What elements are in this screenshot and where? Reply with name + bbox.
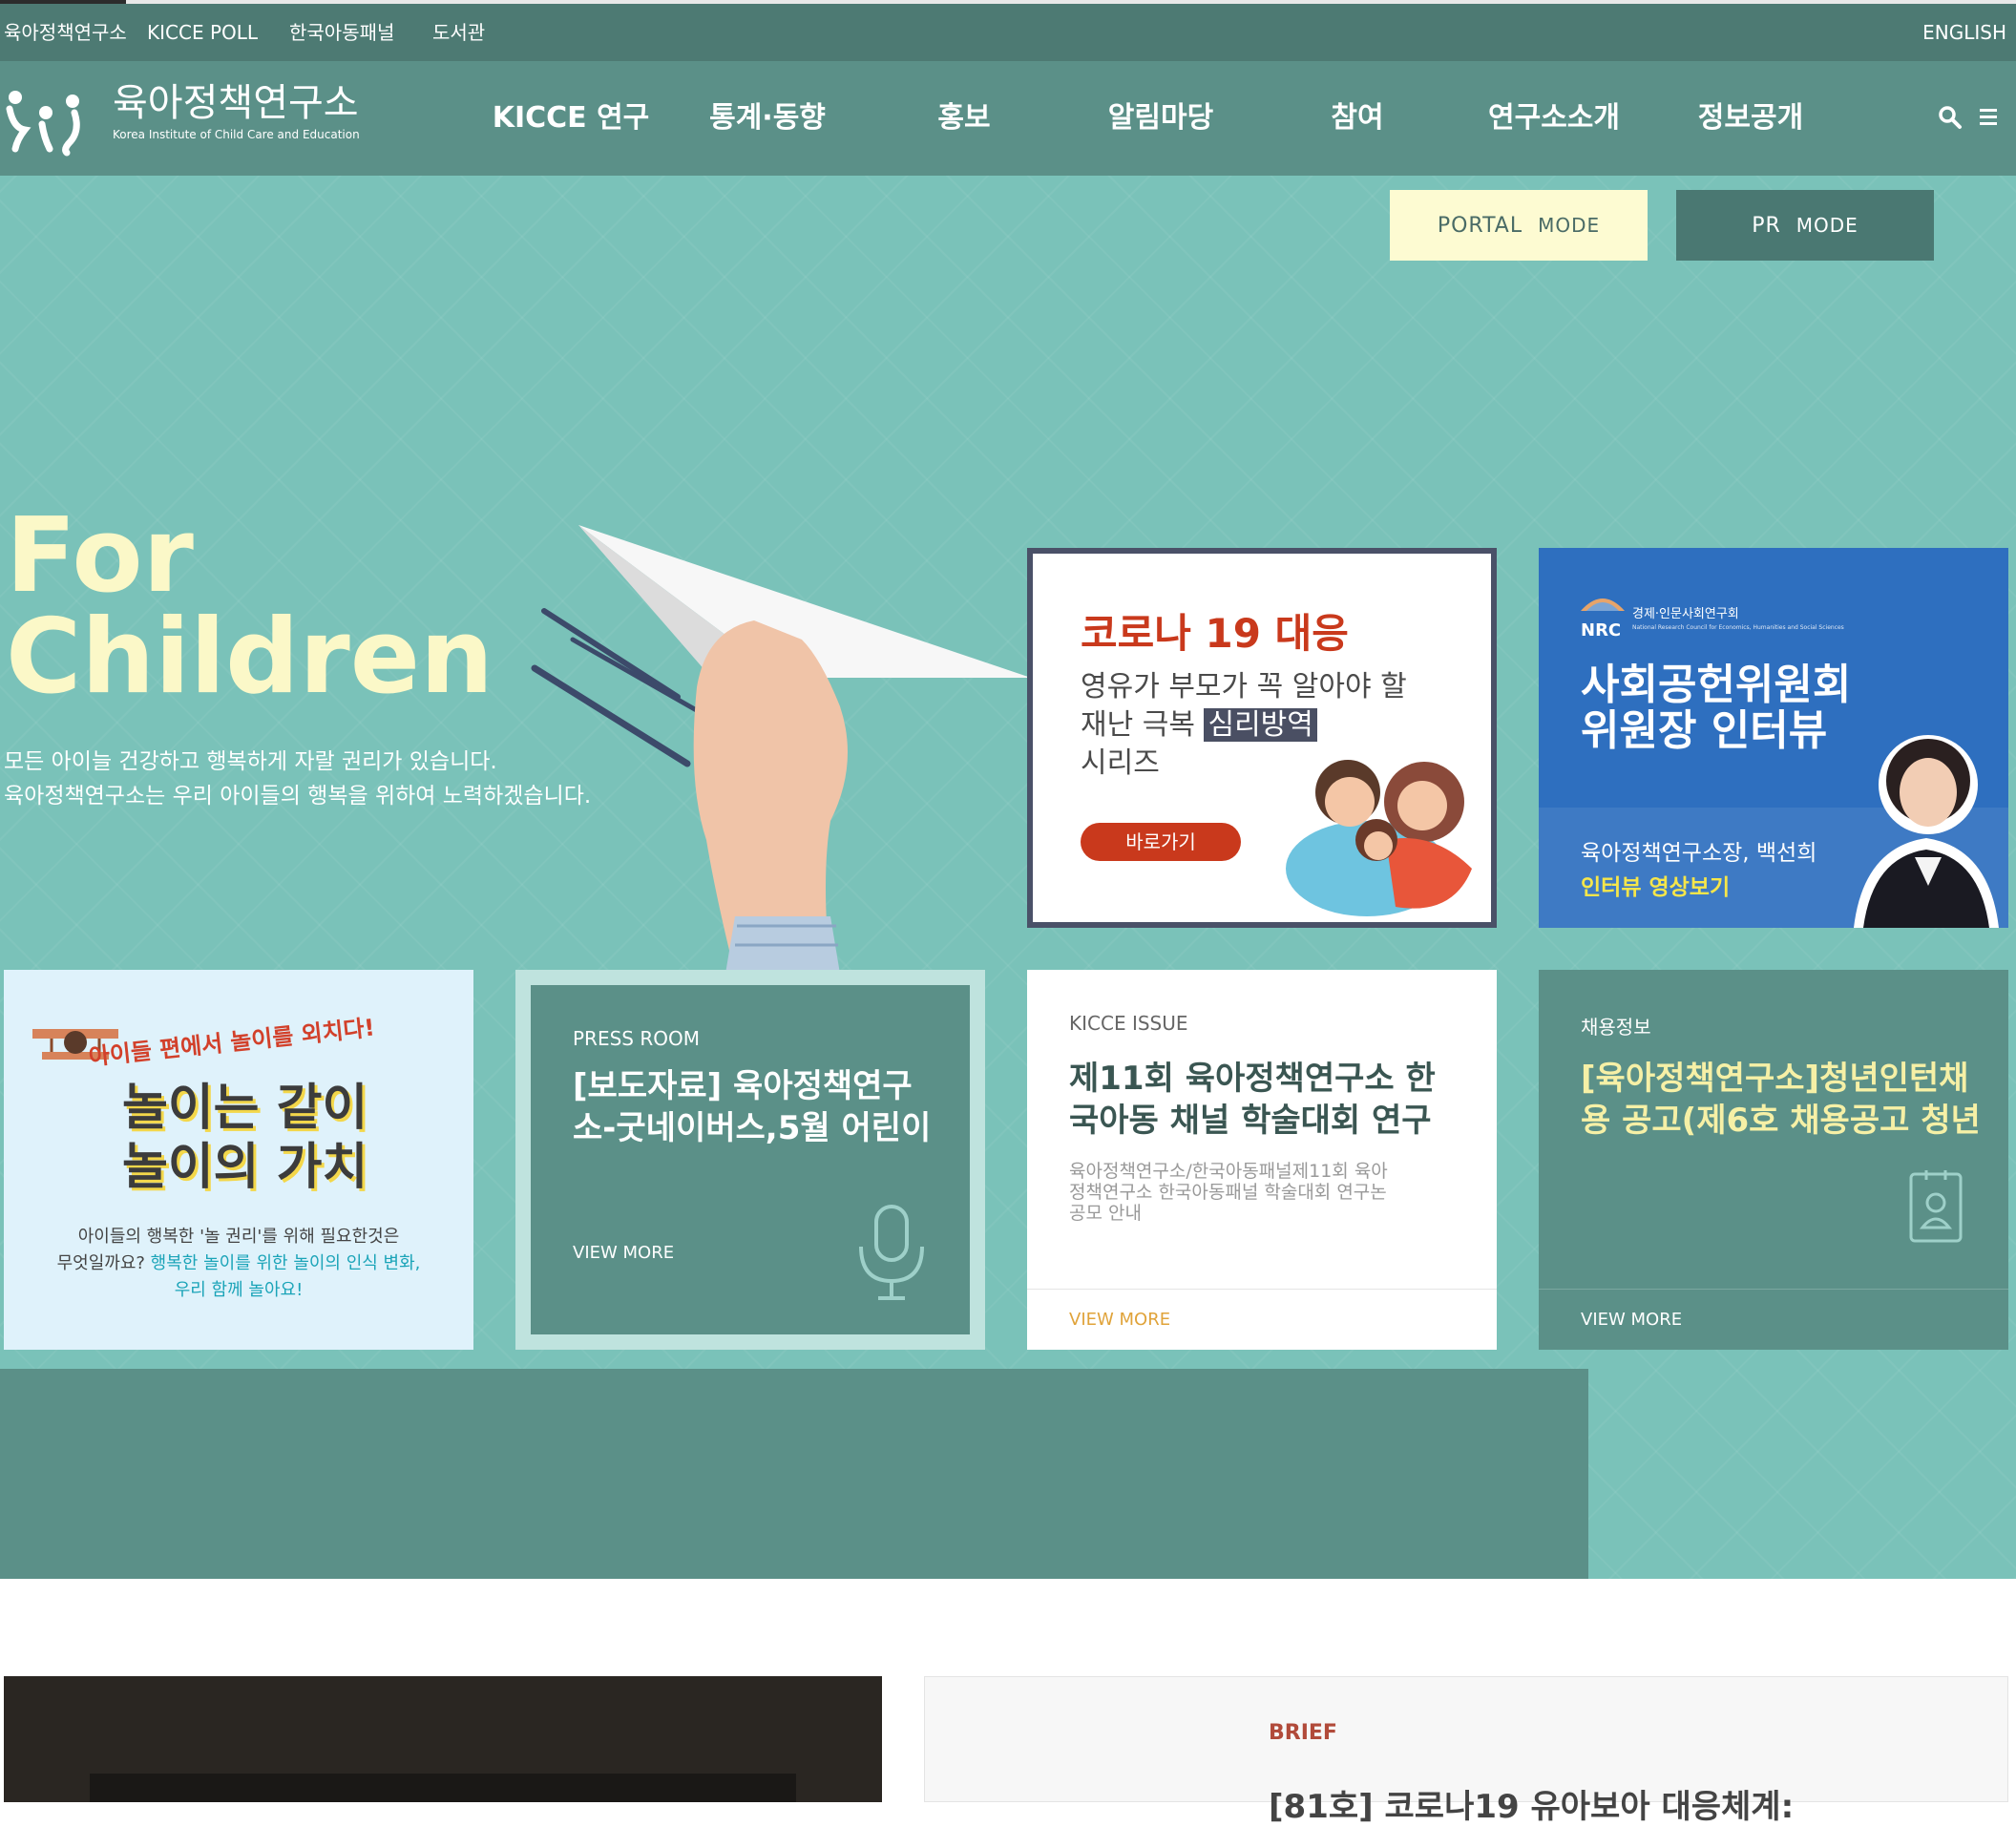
issue-view-more[interactable]: VIEW MORE <box>1069 1310 1170 1330</box>
logo-subtitle: Korea Institute of Child Care and Educat… <box>113 128 360 141</box>
job-info-title: [육아정책연구소]청년인턴채 용 공고(제6호 채용공고 청년 <box>1581 1058 1981 1142</box>
press-room-card[interactable]: PRESS ROOM [보도자료] 육아정책연구 소-굿네이버스,5월 어린이 … <box>515 970 985 1350</box>
issue-title-line2: 국아동 채널 학술대회 연구 <box>1069 1102 1432 1140</box>
hero-bottom-strip <box>0 1369 1588 1579</box>
video-thumbnail[interactable] <box>4 1676 882 1802</box>
nrc-video-link[interactable]: 인터뷰 영상보기 <box>1581 869 1730 901</box>
hero-desc-line2: 육아정책연구소는 우리 아이들의 행복을 위하여 노력하겠습니다. <box>4 784 592 808</box>
search-icon[interactable] <box>1938 105 1963 130</box>
brief-label: BRIEF <box>1269 1721 1337 1745</box>
press-room-label: PRESS ROOM <box>573 1027 700 1050</box>
brief-card[interactable]: BRIEF [81호] 코로나19 유아보아 대응체계: <box>924 1676 2008 1826</box>
kicce-issue-title: 제11회 육아정책연구소 한 국아동 채널 학술대회 연구 <box>1069 1058 1436 1142</box>
job-view-more[interactable]: VIEW MORE <box>1581 1310 1682 1330</box>
util-link-kicce-poll[interactable]: KICCE POLL <box>147 4 258 61</box>
nrc-person: 육아정책연구소장, 백선희 <box>1581 841 1817 866</box>
play-desc: 아이들의 행복한 '놀 권리'를 위해 필요한것은 무엇일까요? 행복한 놀이를… <box>4 1224 473 1304</box>
play-desc-line1: 아이들의 행복한 '놀 권리'를 위해 필요한것은 <box>77 1227 400 1247</box>
interviewee-photo <box>1844 714 2008 928</box>
hero-title-line2: Children <box>6 598 494 717</box>
logo-icon[interactable] <box>4 80 90 157</box>
play-desc-line3: 우리 함께 놀아요! <box>174 1280 304 1300</box>
covid-line1: 영유가 부모가 꼭 알아야 할 <box>1081 670 1407 704</box>
kicce-issue-body: 육아정책연구소/한국아동패널제11회 육아 정책연구소 한국아동패널 학술대회 … <box>1069 1161 1388 1224</box>
paper-airplane-illustration <box>515 515 1031 974</box>
util-link-kicce[interactable]: 육아정책연구소 <box>4 4 127 61</box>
pr-mode-button[interactable]: PR MODE <box>1676 190 1934 261</box>
mode-label: MODE <box>1796 214 1858 237</box>
nrc-title-line1: 사회공헌위원회 <box>1581 661 1852 709</box>
issue-body-line1: 육아정책연구소/한국아동패널제11회 육아 <box>1069 1161 1388 1182</box>
util-link-library[interactable]: 도서관 <box>432 4 485 61</box>
nrc-logo-icon <box>1581 592 1625 615</box>
kicce-issue-card[interactable]: KICCE ISSUE 제11회 육아정책연구소 한 국아동 채널 학술대회 연… <box>1027 970 1497 1350</box>
nav-pr[interactable]: 홍보 <box>878 61 1050 176</box>
nav-research[interactable]: KICCE 연구 <box>485 61 657 176</box>
logo-name[interactable]: 육아정책연구소 <box>113 80 359 126</box>
mode-label: MODE <box>1538 214 1601 237</box>
util-link-english[interactable]: ENGLISH <box>1922 4 2006 61</box>
play-banner: 아이들 편에서 놀이를 외치다! <box>87 1014 376 1071</box>
nav-statistics[interactable]: 통계·동향 <box>682 61 853 176</box>
nrc-short-name: NRC <box>1581 620 1622 640</box>
play-desc-line2: 무엇일까요? <box>56 1253 151 1273</box>
family-illustration <box>1281 735 1491 926</box>
press-view-more[interactable]: VIEW MORE <box>573 1243 674 1263</box>
nav-info-disclosure[interactable]: 정보공개 <box>1665 61 1837 176</box>
covid-card-title: 코로나 19 대응 <box>1081 610 1349 657</box>
job-title-line2: 용 공고(제6호 채용공고 청년 <box>1581 1102 1981 1140</box>
play-value-card[interactable]: 아이들 편에서 놀이를 외치다! 놀이는 같이 놀이의 가치 아이들의 행복한 … <box>4 970 473 1350</box>
nrc-org-name: 경제·인문사회연구회 <box>1632 607 1739 621</box>
portal-label: PORTAL <box>1437 214 1523 238</box>
covid-line2: 재난 극복 <box>1081 708 1205 742</box>
job-title-line1: [육아정책연구소]청년인턴채 <box>1581 1060 1969 1098</box>
nav-notice[interactable]: 알림마당 <box>1075 61 1247 176</box>
press-title-line2: 소-굿네이버스,5월 어린이 <box>573 1109 932 1147</box>
menu-icon[interactable] <box>1976 107 2001 128</box>
video-overlay <box>90 1774 796 1802</box>
job-info-label: 채용정보 <box>1581 1016 1651 1039</box>
utility-bar: 육아정책연구소 KICCE POLL 한국아동패널 도서관 ENGLISH <box>0 0 2016 61</box>
nrc-org-english: National Research Council for Economics,… <box>1632 624 1844 631</box>
play-title-line2: 놀이의 가치 <box>122 1139 368 1196</box>
play-title-line1: 놀이는 같이 <box>122 1080 368 1137</box>
portal-mode-button[interactable]: PORTAL MODE <box>1390 190 1648 261</box>
main-nav: 육아정책연구소 Korea Institute of Child Care an… <box>0 61 2016 176</box>
kicce-issue-label: KICCE ISSUE <box>1069 1012 1188 1035</box>
issue-title-line1: 제11회 육아정책연구소 한 <box>1069 1060 1436 1098</box>
job-info-card[interactable]: 채용정보 [육아정책연구소]청년인턴채 용 공고(제6호 채용공고 청년 VIE… <box>1539 970 2008 1350</box>
play-desc-highlight: 행복한 놀이를 위한 놀이의 인식 변화, <box>150 1253 421 1273</box>
covid-card[interactable]: 코로나 19 대응 영유가 부모가 꼭 알아야 할 재난 극복 심리방역 시리즈… <box>1027 548 1497 928</box>
nrc-interview-card[interactable]: 경제·인문사회연구회 NRC National Research Council… <box>1539 548 2008 928</box>
issue-body-line2: 정책연구소 한국아동패널 학술대회 연구논 <box>1069 1182 1387 1203</box>
covid-go-button[interactable]: 바로가기 <box>1081 823 1241 861</box>
hero-desc-line1: 모든 아이늘 건강하고 행복하게 자랄 권리가 있습니다. <box>4 749 497 774</box>
nrc-title: 사회공헌위원회 위원장 인터뷰 <box>1581 662 1851 754</box>
nrc-title-line2: 위원장 인터뷰 <box>1581 706 1828 755</box>
press-room-title: [보도자료] 육아정책연구 소-굿네이버스,5월 어린이 <box>573 1065 931 1149</box>
card-divider <box>1539 1289 2008 1290</box>
hero-description: 모든 아이늘 건강하고 행복하게 자랄 권리가 있습니다. 육아정책연구소는 우… <box>4 745 591 813</box>
hero-title: For Children <box>6 496 494 717</box>
id-card-icon <box>1907 1166 1964 1243</box>
nav-participation[interactable]: 참여 <box>1271 61 1443 176</box>
brief-title: [81호] 코로나19 유아보아 대응체계: <box>1269 1788 1795 1826</box>
issue-body-line3: 공모 안내 <box>1069 1203 1142 1224</box>
hero-title-line1: For <box>6 496 194 616</box>
card-divider <box>1027 1289 1497 1290</box>
microphone-icon <box>855 1203 928 1304</box>
play-title: 놀이는 같이 놀이의 가치 <box>122 1079 368 1197</box>
press-title-line1: [보도자료] 육아정책연구 <box>573 1067 913 1105</box>
util-link-child-panel[interactable]: 한국아동패널 <box>289 4 394 61</box>
pr-label: PR <box>1752 214 1781 238</box>
nav-about[interactable]: 연구소소개 <box>1468 61 1640 176</box>
